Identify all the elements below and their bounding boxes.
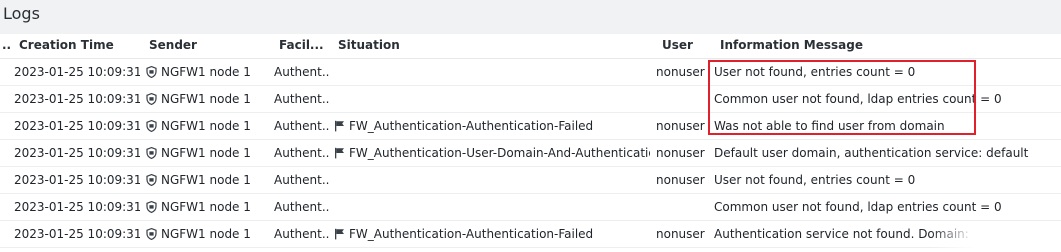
cell-creation-time: 2023-01-25 10:09:31 xyxy=(14,173,140,187)
sender-label: NGFW1 node 1 xyxy=(161,227,251,241)
cell-sender: NGFW1 node 1 xyxy=(146,146,272,160)
shield-node-icon xyxy=(146,65,161,79)
table-body: 2023-01-25 10:09:31 NGFW1 node 1 Authent..… xyxy=(0,59,1061,248)
cell-user: nonuser xyxy=(656,65,705,79)
column-header-facility[interactable]: Facil... xyxy=(279,38,324,52)
table-row[interactable]: 2023-01-25 10:09:31 NGFW1 node 1 Authent..… xyxy=(0,86,1061,113)
panel-header: Logs xyxy=(0,0,1061,35)
shield-node-icon xyxy=(146,173,161,187)
flag-icon xyxy=(334,119,349,133)
cell-situation: FW_Authentication-Authentication-Failed xyxy=(334,227,650,241)
situation-label: FW_Authentication-Authentication-Failed xyxy=(349,227,594,241)
column-header-menu[interactable]: .. xyxy=(2,38,11,52)
cell-creation-time: 2023-01-25 10:09:31 xyxy=(14,227,140,241)
sender-label: NGFW1 node 1 xyxy=(161,173,251,187)
column-header-sender[interactable]: Sender xyxy=(149,38,197,52)
cell-situation: FW_Authentication-Authentication-Failed xyxy=(334,119,650,133)
situation-label: FW_Authentication-User-Domain-And-Authen… xyxy=(349,146,650,160)
cell-facility: Authent... xyxy=(274,227,330,241)
cell-information-message: User not found, entries count = 0 xyxy=(714,65,916,79)
cell-facility: Authent... xyxy=(274,173,330,187)
table-row[interactable]: 2023-01-25 10:09:31 NGFW1 node 1 Authent..… xyxy=(0,194,1061,221)
shield-node-icon xyxy=(146,92,161,106)
shield-node-icon xyxy=(146,119,161,133)
cell-sender: NGFW1 node 1 xyxy=(146,227,272,241)
column-header-information-message[interactable]: Information Message xyxy=(720,38,863,52)
shield-node-icon xyxy=(146,227,161,241)
cell-creation-time: 2023-01-25 10:09:31 xyxy=(14,119,140,133)
sender-label: NGFW1 node 1 xyxy=(161,200,251,214)
cell-creation-time: 2023-01-25 10:09:31 xyxy=(14,92,140,106)
flag-icon xyxy=(334,227,349,241)
cell-creation-time: 2023-01-25 10:09:31 xyxy=(14,200,140,214)
column-header-creation-time[interactable]: Creation Time xyxy=(19,38,114,52)
cell-sender: NGFW1 node 1 xyxy=(146,119,272,133)
cell-information-message: User not found, entries count = 0 xyxy=(714,173,916,187)
redaction-fade xyxy=(930,221,1061,249)
table-row[interactable]: 2023-01-25 10:09:31 NGFW1 node 1 Authent..… xyxy=(0,221,1061,248)
table-row[interactable]: 2023-01-25 10:09:31 NGFW1 node 1 Authent..… xyxy=(0,167,1061,194)
panel-title: Logs xyxy=(3,4,40,23)
table-row[interactable]: 2023-01-25 10:09:31 NGFW1 node 1 Authent..… xyxy=(0,113,1061,140)
table-header: .. Creation Time Sender Facil... Situati… xyxy=(0,34,1061,59)
cell-facility: Authent... xyxy=(274,92,330,106)
cell-information-message: Common user not found, ldap entries coun… xyxy=(714,92,1002,106)
cell-facility: Authent... xyxy=(274,65,330,79)
cell-facility: Authent... xyxy=(274,146,330,160)
cell-sender: NGFW1 node 1 xyxy=(146,92,272,106)
situation-label: FW_Authentication-Authentication-Failed xyxy=(349,119,594,133)
sender-label: NGFW1 node 1 xyxy=(161,65,251,79)
sender-label: NGFW1 node 1 xyxy=(161,119,251,133)
cell-user: nonuser xyxy=(656,146,705,160)
shield-node-icon xyxy=(146,200,161,214)
cell-user: nonuser xyxy=(656,119,705,133)
cell-user: nonuser xyxy=(656,173,705,187)
cell-user: nonuser xyxy=(656,227,705,241)
cell-information-message: Was not able to find user from domain xyxy=(714,119,945,133)
cell-information-message: Common user not found, ldap entries coun… xyxy=(714,200,1002,214)
cell-creation-time: 2023-01-25 10:09:31 xyxy=(14,146,140,160)
cell-facility: Authent... xyxy=(274,119,330,133)
cell-sender: NGFW1 node 1 xyxy=(146,65,272,79)
shield-node-icon xyxy=(146,146,161,160)
column-header-user[interactable]: User xyxy=(662,38,693,52)
cell-creation-time: 2023-01-25 10:09:31 xyxy=(14,65,140,79)
cell-situation: FW_Authentication-User-Domain-And-Authen… xyxy=(334,146,650,160)
table-row[interactable]: 2023-01-25 10:09:31 NGFW1 node 1 Authent..… xyxy=(0,140,1061,167)
logs-table: .. Creation Time Sender Facil... Situati… xyxy=(0,34,1061,248)
flag-icon xyxy=(334,146,349,160)
column-header-situation[interactable]: Situation xyxy=(338,38,400,52)
cell-sender: NGFW1 node 1 xyxy=(146,200,272,214)
sender-label: NGFW1 node 1 xyxy=(161,92,251,106)
sender-label: NGFW1 node 1 xyxy=(161,146,251,160)
cell-sender: NGFW1 node 1 xyxy=(146,173,272,187)
cell-facility: Authent... xyxy=(274,200,330,214)
table-row[interactable]: 2023-01-25 10:09:31 NGFW1 node 1 Authent..… xyxy=(0,59,1061,86)
cell-information-message: Default user domain, authentication serv… xyxy=(714,146,1029,160)
